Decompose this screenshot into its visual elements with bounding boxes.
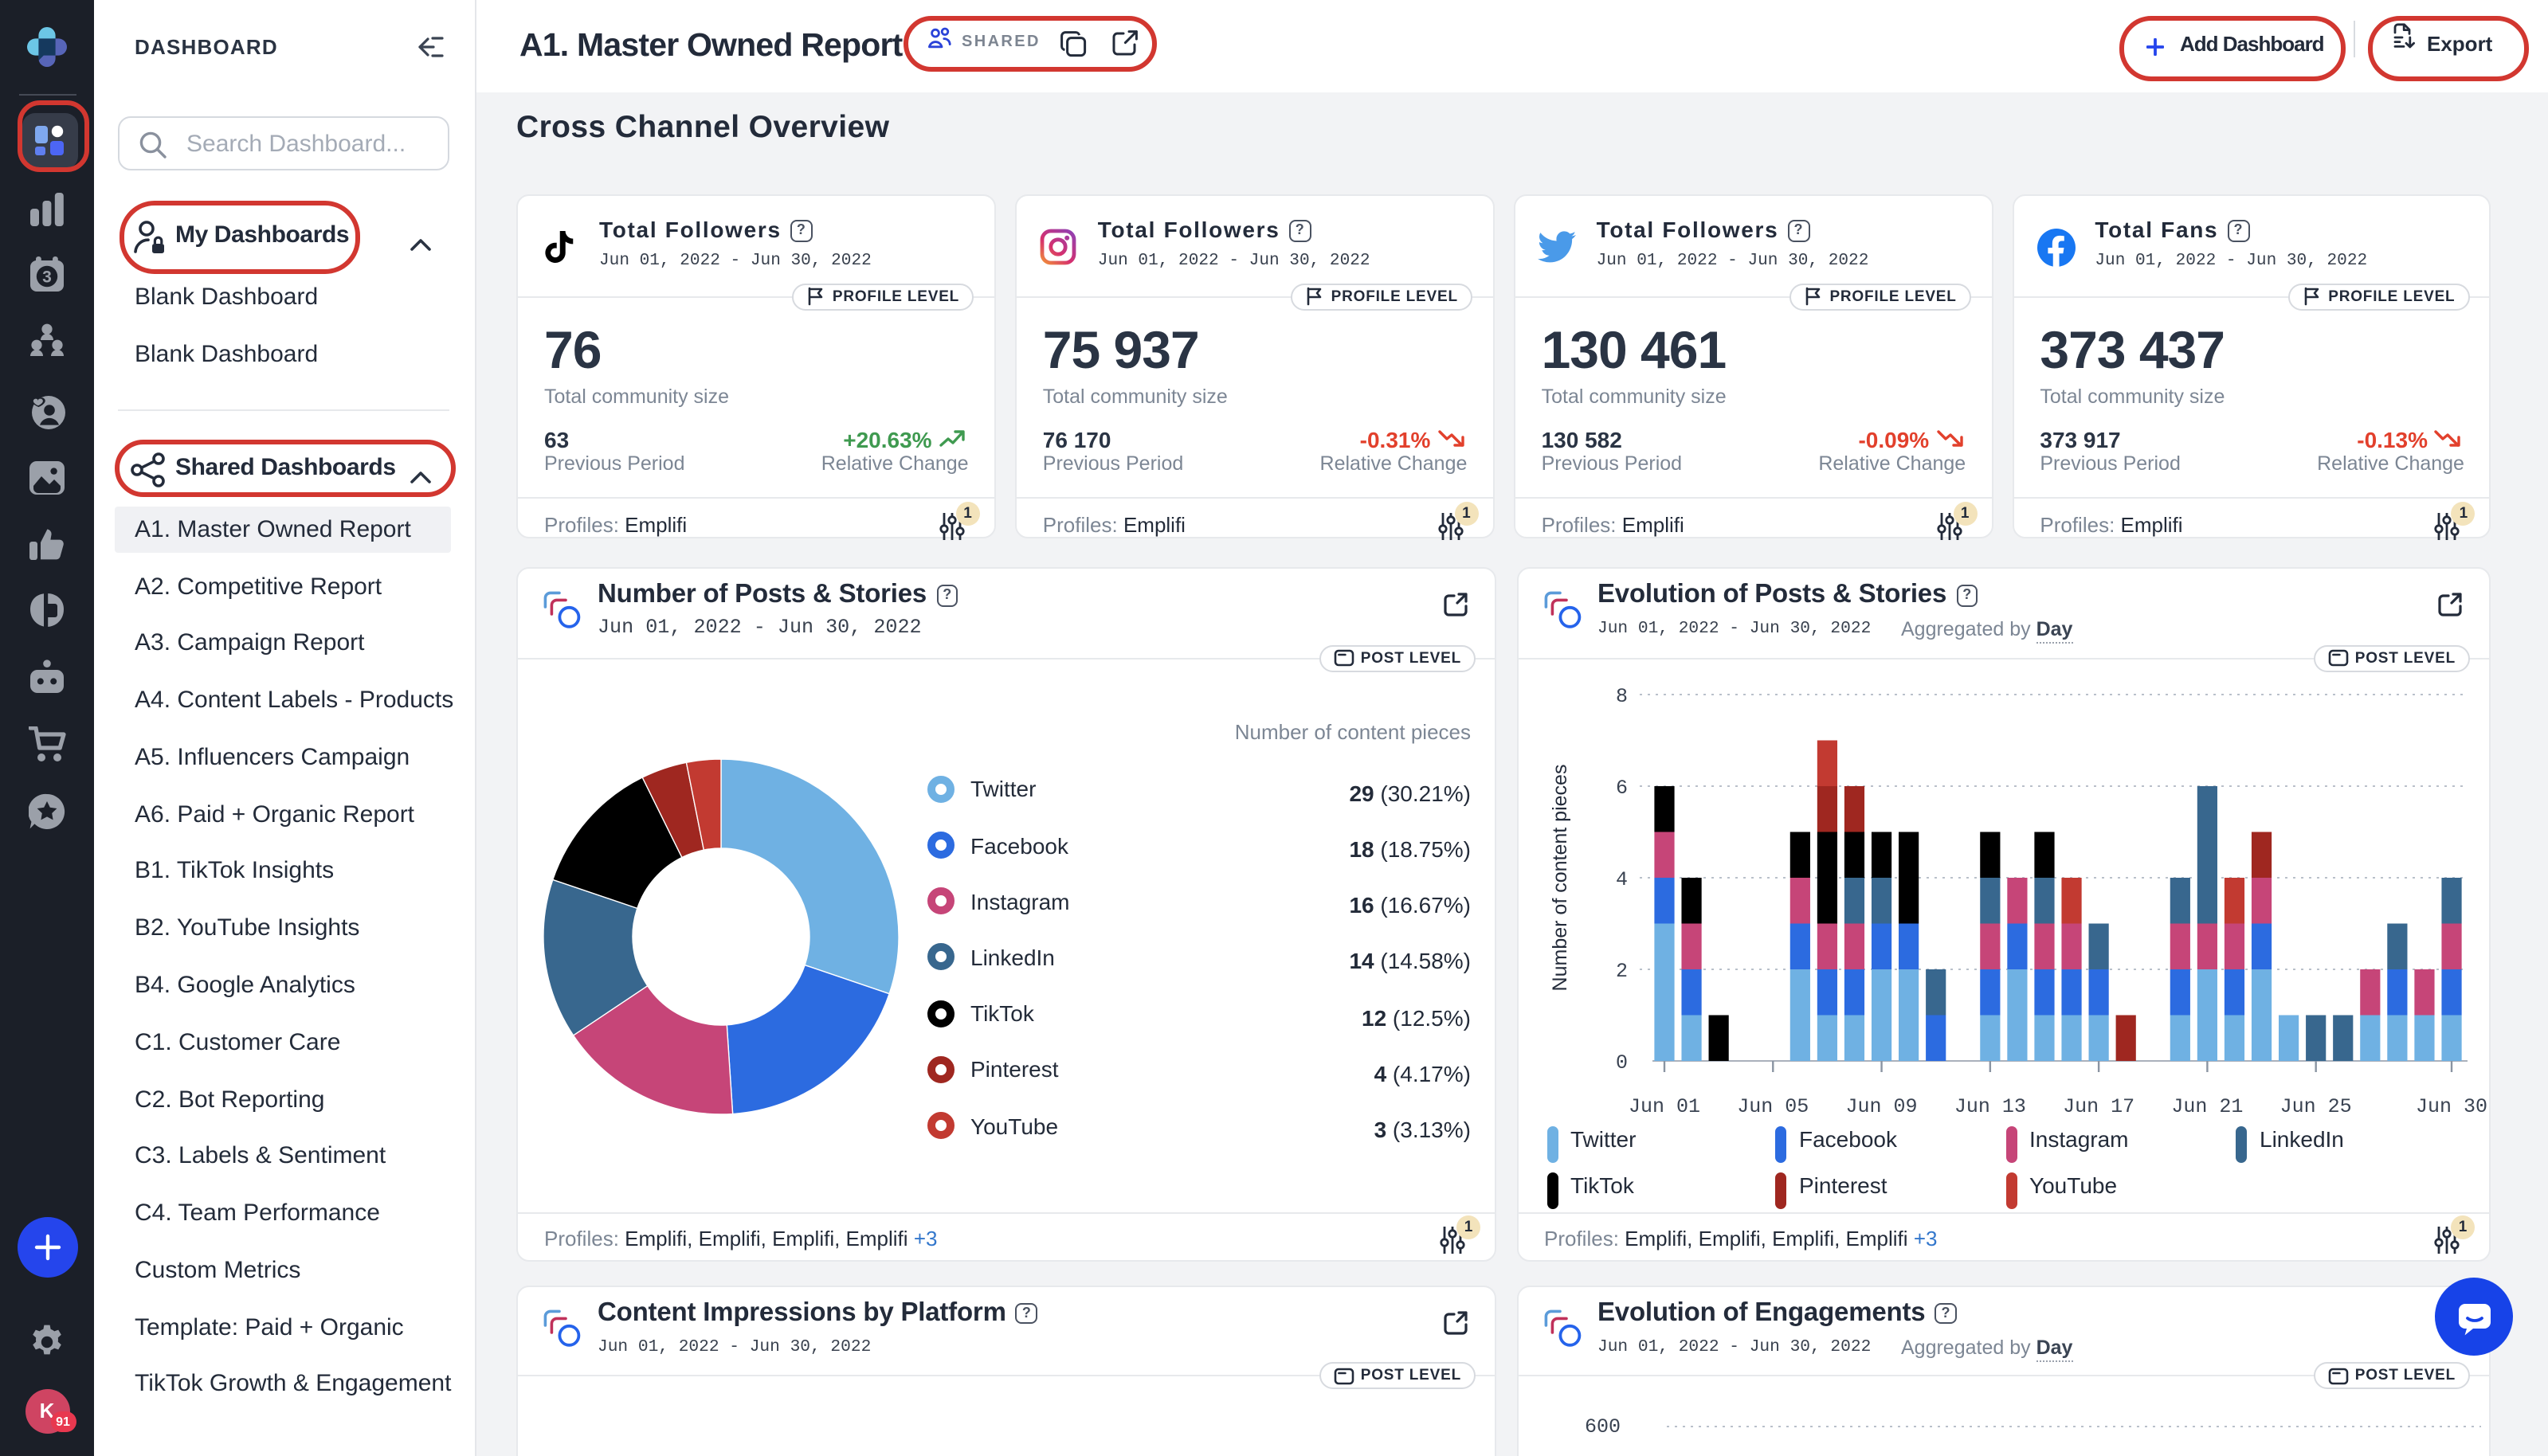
svg-text:6: 6 xyxy=(1615,777,1627,800)
svg-text:Jun 30: Jun 30 xyxy=(2415,1095,2487,1118)
svg-text:Jun 21: Jun 21 xyxy=(2170,1095,2242,1118)
svg-text:2: 2 xyxy=(1615,960,1627,983)
svg-text:Jun 17: Jun 17 xyxy=(2062,1095,2134,1118)
svg-text:4: 4 xyxy=(1615,868,1627,891)
svg-text:Jun 09: Jun 09 xyxy=(1845,1095,1917,1118)
svg-text:8: 8 xyxy=(1615,685,1627,708)
svg-text:Jun 25: Jun 25 xyxy=(2279,1095,2351,1118)
svg-text:Number of content pieces: Number of content pieces xyxy=(1548,765,1570,992)
svg-text:Jun 05: Jun 05 xyxy=(1736,1095,1808,1118)
svg-text:3: 3 xyxy=(42,267,52,285)
svg-text:Jun 13: Jun 13 xyxy=(1954,1095,2025,1118)
svg-text:Jun 01: Jun 01 xyxy=(1628,1095,1699,1118)
svg-text:0: 0 xyxy=(1615,1051,1627,1074)
